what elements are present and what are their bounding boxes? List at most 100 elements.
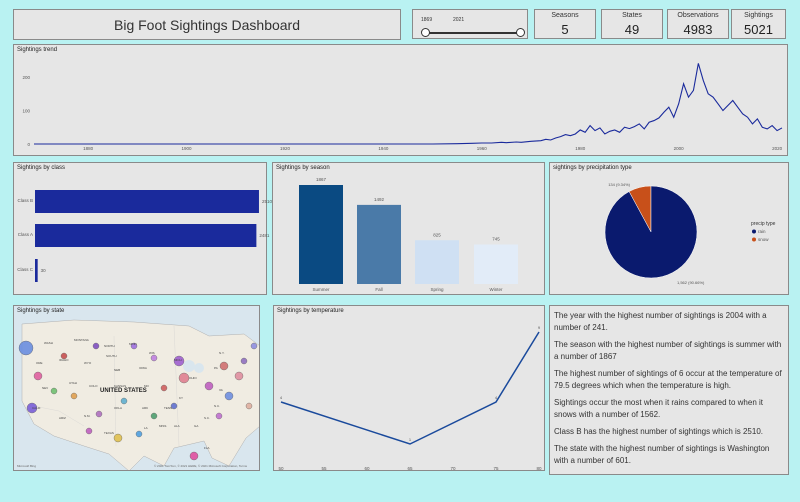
kpi-observations-value: 4983	[683, 22, 713, 37]
state-bubble	[150, 412, 158, 420]
trend-y-tick: 100	[22, 109, 30, 114]
map-state-label: TENN	[164, 406, 173, 410]
slider-start-handle[interactable]	[421, 28, 430, 37]
kpi-states-label: States	[622, 12, 642, 19]
precip-panel: sightings by precipitation type 134 (9.3…	[549, 162, 789, 295]
kpi-states: States 49	[601, 9, 663, 39]
map-state-label: MO	[144, 384, 149, 388]
slider-end-handle[interactable]	[516, 28, 525, 37]
trend-x-tick: 1900	[182, 146, 193, 151]
state-title: Sightings by state	[17, 308, 65, 314]
slider-to-label: 2021	[453, 17, 465, 23]
pie-slice-rain	[604, 185, 698, 279]
trend-x-tick: 1960	[477, 146, 488, 151]
class-bar	[35, 224, 257, 247]
season-value-label: 745	[492, 236, 500, 241]
map-state-label: OKLA	[114, 406, 123, 410]
slider-track[interactable]	[425, 32, 520, 34]
state-bubble	[224, 391, 234, 401]
map-state-label: NEB	[114, 368, 121, 372]
map-state-label: MICH	[174, 358, 182, 362]
map-state-label: TEXAS	[104, 431, 114, 435]
map-state-label: NEV	[42, 386, 49, 390]
map-state-label: IOWA	[139, 366, 147, 370]
pie-legend-label: rain	[758, 229, 766, 234]
state-bubble	[70, 392, 78, 400]
state-map-panel[interactable]: Sightings by state UNITED STATES WASH MON…	[13, 305, 260, 471]
kpi-sightings: Sightings 5021	[731, 9, 786, 39]
kpi-states-value: 49	[624, 22, 640, 37]
state-bubble	[234, 371, 244, 381]
season-value-label: 1867	[316, 177, 327, 182]
state-bubble	[113, 433, 123, 443]
state-bubble	[215, 412, 223, 420]
state-bubble	[50, 387, 58, 395]
map-state-label: SOUTH	[106, 354, 117, 358]
state-bubble	[160, 384, 168, 392]
state-bubble	[189, 451, 199, 461]
temp-chart: 50 55 60 65 70 75 804149	[278, 325, 542, 471]
trend-x-tick: 1940	[378, 146, 389, 151]
year-slider[interactable]: 1869 2021	[412, 9, 528, 39]
class-category-label: Class B	[17, 198, 33, 203]
class-bar	[35, 259, 38, 282]
page-title: Big Foot Sightings Dashboard	[114, 16, 300, 33]
class-chart: Class B 2510 Class A 2481 Class C 30	[17, 190, 272, 282]
season-bar	[299, 185, 343, 284]
map-state-label: WASH	[44, 341, 53, 345]
pie-legend-marker	[752, 237, 756, 242]
kpi-seasons-label: Seasons	[551, 12, 579, 19]
insight-text: The state with the highest number of sig…	[554, 444, 770, 465]
precip-chart: 134 (9.34%) 1,562 (90.66%) precip type rain…	[604, 182, 776, 285]
map-state-label: WYO	[84, 361, 92, 365]
map-state-label: COLO	[89, 384, 98, 388]
map-state-label: LA	[144, 426, 148, 430]
trend-y-tick: 0	[27, 142, 30, 147]
temp-data-label: 9	[538, 325, 541, 330]
season-category-label: Winter	[489, 287, 503, 292]
class-value-label: 30	[41, 268, 47, 273]
trend-panel: Sightings trend 0 100 200 1880 1900 1920 1940 1…	[13, 44, 788, 156]
pie-legend-marker	[752, 229, 756, 234]
class-category-label: Class A	[18, 232, 33, 237]
class-category-label: Class C	[17, 267, 34, 272]
kpi-seasons: Seasons 5	[534, 9, 596, 39]
season-bar	[357, 204, 401, 284]
state-bubble	[95, 410, 103, 418]
state-bubble	[150, 354, 158, 362]
temp-panel: Sightings by temperature 50 55 60 65 70 75 80 4…	[273, 305, 545, 471]
temp-data-label: 4	[280, 395, 283, 400]
insight-text: The year with the highest number of sigh…	[554, 311, 767, 332]
insight-text: The highest number of sightings of 6 occ…	[554, 369, 782, 390]
map-copyright: © 2021 TomTom, © 2021 HERE, © 2021 Micro…	[154, 464, 248, 468]
season-value-label: 825	[433, 232, 441, 237]
season-value-label: 1492	[374, 197, 385, 202]
class-value-label: 2481	[259, 233, 270, 238]
map-state-label: MONTANA	[74, 338, 89, 342]
trend-x-tick: 2020	[772, 146, 783, 151]
trend-y-tick: 200	[22, 75, 30, 80]
map-state-label: ARK	[142, 406, 149, 410]
state-bubble	[178, 372, 190, 384]
map-state-label: KANSAS	[114, 384, 127, 388]
map-state-label: UTAH	[69, 381, 77, 385]
temp-x-tick: 55	[321, 466, 327, 471]
kpi-sightings-value: 5021	[744, 22, 773, 37]
map-credit: Microsoft Bing	[17, 464, 37, 468]
map-state-label: ALA	[174, 424, 180, 428]
kpi-sightings-label: Sightings	[744, 12, 773, 19]
trend-x-tick: 1920	[280, 146, 291, 151]
insight-text: The season with the highest number of si…	[554, 340, 782, 361]
map-state-label: IDAHO	[59, 358, 69, 362]
map-state-label: FLA	[204, 446, 210, 450]
trend-line	[34, 63, 783, 145]
insights-panel: The year with the highest number of sigh…	[549, 305, 789, 475]
temp-x-tick: 50	[278, 466, 284, 471]
kpi-seasons-value: 5	[561, 22, 569, 37]
map-state-label: ORE	[36, 361, 43, 365]
map-state-label: ARIZ	[59, 416, 66, 420]
title-panel: Big Foot Sightings Dashboard	[13, 9, 401, 40]
map-state-label: VA	[219, 388, 223, 392]
state-bubble	[120, 397, 128, 405]
map-country-label: UNITED STATES	[100, 388, 147, 394]
